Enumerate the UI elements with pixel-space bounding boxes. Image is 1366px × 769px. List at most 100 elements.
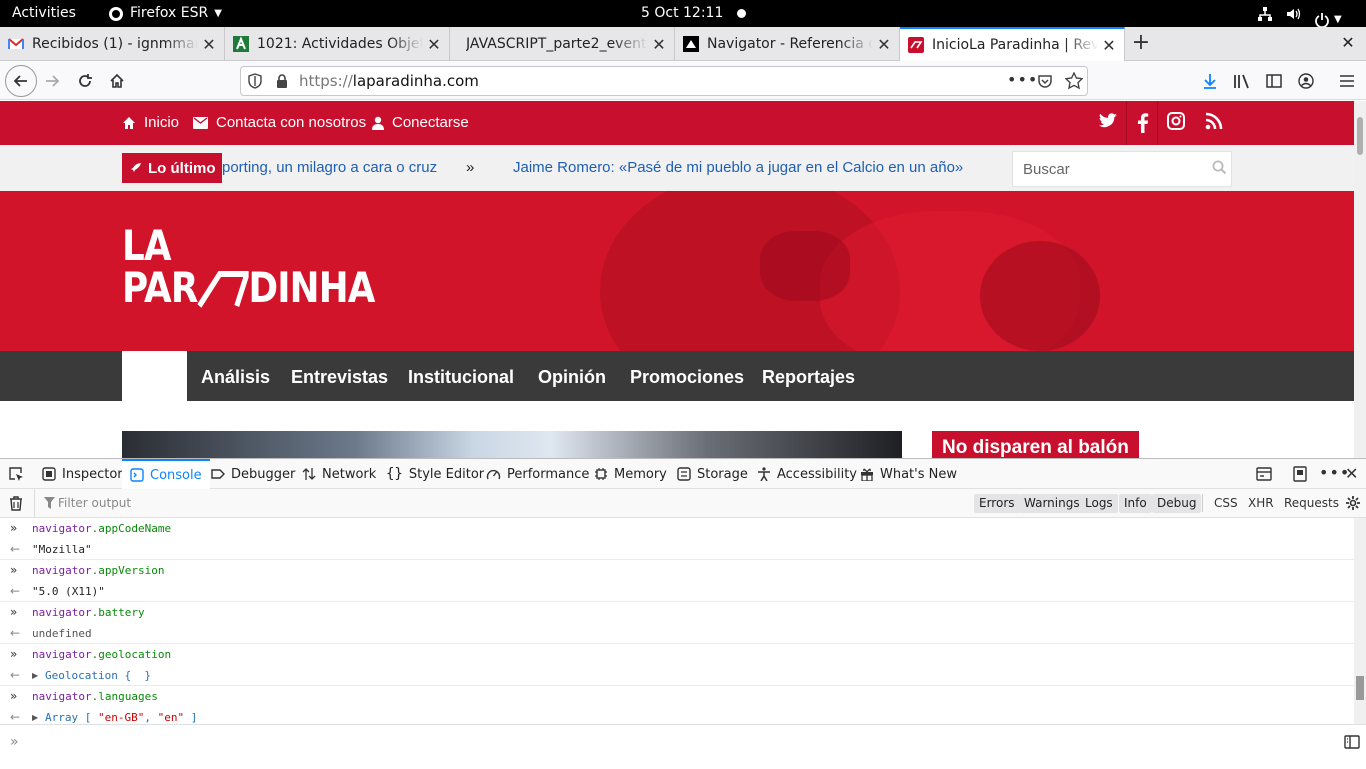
- scrollbar-thumb[interactable]: [1357, 117, 1363, 155]
- instagram-icon[interactable]: [1167, 112, 1185, 130]
- tab-network[interactable]: Network: [302, 459, 376, 489]
- browser-tab-gmail[interactable]: Recibidos (1) - ignmmartinez@ ✕: [0, 27, 225, 61]
- library-button[interactable]: [1228, 67, 1256, 95]
- top-link-inicio[interactable]: Inicio: [122, 101, 179, 145]
- tab-accessibility[interactable]: Accessibility: [757, 459, 857, 489]
- filter-xhr[interactable]: XHR: [1248, 494, 1274, 513]
- tab-whats-new[interactable]: What's New: [860, 459, 957, 489]
- element-picker-icon[interactable]: [8, 466, 24, 482]
- back-button[interactable]: [5, 65, 37, 97]
- firefox-icon: [108, 6, 124, 22]
- facebook-icon[interactable]: [1126, 101, 1158, 145]
- tab-label: Network: [322, 466, 377, 482]
- console-input-text[interactable]: navigator.geolocation: [32, 648, 171, 661]
- browser-tab-javascript[interactable]: JAVASCRIPT_parte2_eventos ✕: [450, 27, 675, 61]
- settings-gear-icon[interactable]: [1345, 495, 1361, 511]
- url-domain: laparadinha.com: [352, 72, 479, 90]
- twitter-icon[interactable]: [1098, 112, 1118, 130]
- close-window-button[interactable]: ✕: [1338, 33, 1358, 55]
- tab-debugger[interactable]: Debugger: [211, 459, 295, 489]
- search-icon[interactable]: [1212, 160, 1227, 175]
- app-menu-button[interactable]: [1333, 67, 1361, 95]
- close-devtools-icon[interactable]: ✕: [1345, 464, 1358, 483]
- close-tab-icon[interactable]: ✕: [873, 35, 895, 54]
- sidebar-button[interactable]: [1260, 67, 1288, 95]
- code-token: navigator: [32, 690, 92, 703]
- console-input-text[interactable]: navigator.languages: [32, 690, 158, 703]
- activities-button[interactable]: Activities: [12, 0, 76, 27]
- nav-reportajes[interactable]: Reportajes: [762, 351, 855, 401]
- scrollbar-thumb[interactable]: [1356, 676, 1364, 700]
- console-input-text[interactable]: navigator.appVersion: [32, 564, 164, 577]
- tab-storage[interactable]: Storage: [677, 459, 748, 489]
- pocket-icon[interactable]: [1037, 73, 1053, 89]
- page-scrollbar[interactable]: [1354, 101, 1366, 458]
- filter-css[interactable]: CSS: [1214, 494, 1238, 513]
- console-input[interactable]: »: [0, 724, 1366, 769]
- tab-memory[interactable]: Memory: [594, 459, 667, 489]
- close-tab-icon[interactable]: ✕: [198, 35, 220, 54]
- console-input-text[interactable]: navigator.appCodeName: [32, 522, 171, 535]
- app-menu[interactable]: Firefox ESR ▼: [108, 0, 222, 27]
- lock-icon[interactable]: [275, 73, 289, 89]
- featured-article-image[interactable]: [122, 431, 902, 458]
- url-bar[interactable]: https://laparadinha.com •••: [240, 66, 1088, 96]
- top-link-conectarse[interactable]: Conectarse: [372, 101, 469, 145]
- forward-button[interactable]: [38, 67, 66, 95]
- top-link-label: Contacta con nosotros: [216, 114, 367, 131]
- search-input[interactable]: Buscar: [1023, 161, 1070, 178]
- site-logo[interactable]: LA PAR DINHA: [122, 225, 375, 309]
- ticker-link[interactable]: Jaime Romero: «Pasé de mi pueblo a jugar…: [513, 159, 963, 176]
- clock[interactable]: 5 Oct 12:11: [641, 0, 723, 27]
- browser-tab-laparadinha[interactable]: InicioLa Paradinha | Revista ✕: [900, 27, 1125, 61]
- rss-icon[interactable]: [1205, 112, 1223, 130]
- nav-promociones[interactable]: Promociones: [630, 351, 744, 401]
- nav-entrevistas[interactable]: Entrevistas: [291, 351, 388, 401]
- trash-icon[interactable]: [9, 496, 23, 511]
- top-link-contacta[interactable]: Contacta con nosotros: [193, 101, 366, 145]
- console-input-text[interactable]: navigator.battery: [32, 606, 145, 619]
- filter-errors[interactable]: Errors: [974, 494, 1020, 513]
- filter-debug[interactable]: Debug: [1152, 494, 1202, 513]
- console-output-text[interactable]: Array [ "en-GB", "en" ]: [45, 711, 197, 724]
- browser-tab-moodle[interactable]: 1021: Actividades Objetos ✕: [225, 27, 450, 61]
- filter-logs[interactable]: Logs: [1080, 494, 1118, 513]
- tab-performance[interactable]: Performance: [486, 459, 589, 489]
- tab-console[interactable]: Console: [122, 459, 210, 489]
- filter-warnings[interactable]: Warnings: [1019, 494, 1085, 513]
- console-output-text[interactable]: undefined: [32, 627, 92, 640]
- bookmark-star-icon[interactable]: [1065, 72, 1083, 90]
- new-tab-button[interactable]: +: [1130, 30, 1152, 58]
- console-output-text[interactable]: "5.0 (X11)": [32, 585, 105, 598]
- close-tab-icon[interactable]: ✕: [423, 35, 445, 54]
- nav-institucional[interactable]: Institucional: [408, 351, 514, 401]
- filter-input[interactable]: Filter output: [58, 496, 131, 510]
- page-actions-button[interactable]: •••: [1007, 70, 1038, 89]
- browser-tab-mdn[interactable]: Navigator - Referencia de la API ✕: [675, 27, 900, 61]
- ticker-link[interactable]: porting, un milagro a cara o cruz: [222, 159, 437, 176]
- home-button[interactable]: [103, 67, 131, 95]
- expand-triangle-icon[interactable]: ▶: [32, 713, 38, 722]
- reload-button[interactable]: [71, 67, 99, 95]
- console-output-text[interactable]: "Mozilla": [32, 543, 92, 556]
- tracking-protection-shield-icon[interactable]: [247, 73, 263, 89]
- url-text[interactable]: https://laparadinha.com: [299, 72, 479, 90]
- downloads-button[interactable]: [1196, 67, 1224, 95]
- account-button[interactable]: [1292, 67, 1320, 95]
- close-tab-icon[interactable]: ✕: [648, 35, 670, 54]
- tab-style-editor[interactable]: {} Style Editor: [386, 459, 484, 489]
- nav-analisis[interactable]: Análisis: [201, 351, 270, 401]
- console-output-text[interactable]: Geolocation { }: [45, 669, 151, 682]
- editor-mode-icon[interactable]: [1344, 735, 1360, 749]
- dock-side-icon[interactable]: [1256, 466, 1272, 482]
- filter-info[interactable]: Info: [1119, 494, 1152, 513]
- expand-triangle-icon[interactable]: ▶: [32, 671, 38, 680]
- nav-opinion[interactable]: Opinión: [538, 351, 606, 401]
- search-box[interactable]: Buscar: [1012, 151, 1232, 187]
- console-scrollbar[interactable]: [1354, 518, 1366, 724]
- close-tab-icon[interactable]: ✕: [1098, 36, 1120, 55]
- separate-window-icon[interactable]: [1292, 466, 1308, 482]
- tab-inspector[interactable]: Inspector: [42, 459, 123, 489]
- filter-requests[interactable]: Requests: [1284, 494, 1339, 513]
- nav-home-tab[interactable]: [122, 351, 187, 401]
